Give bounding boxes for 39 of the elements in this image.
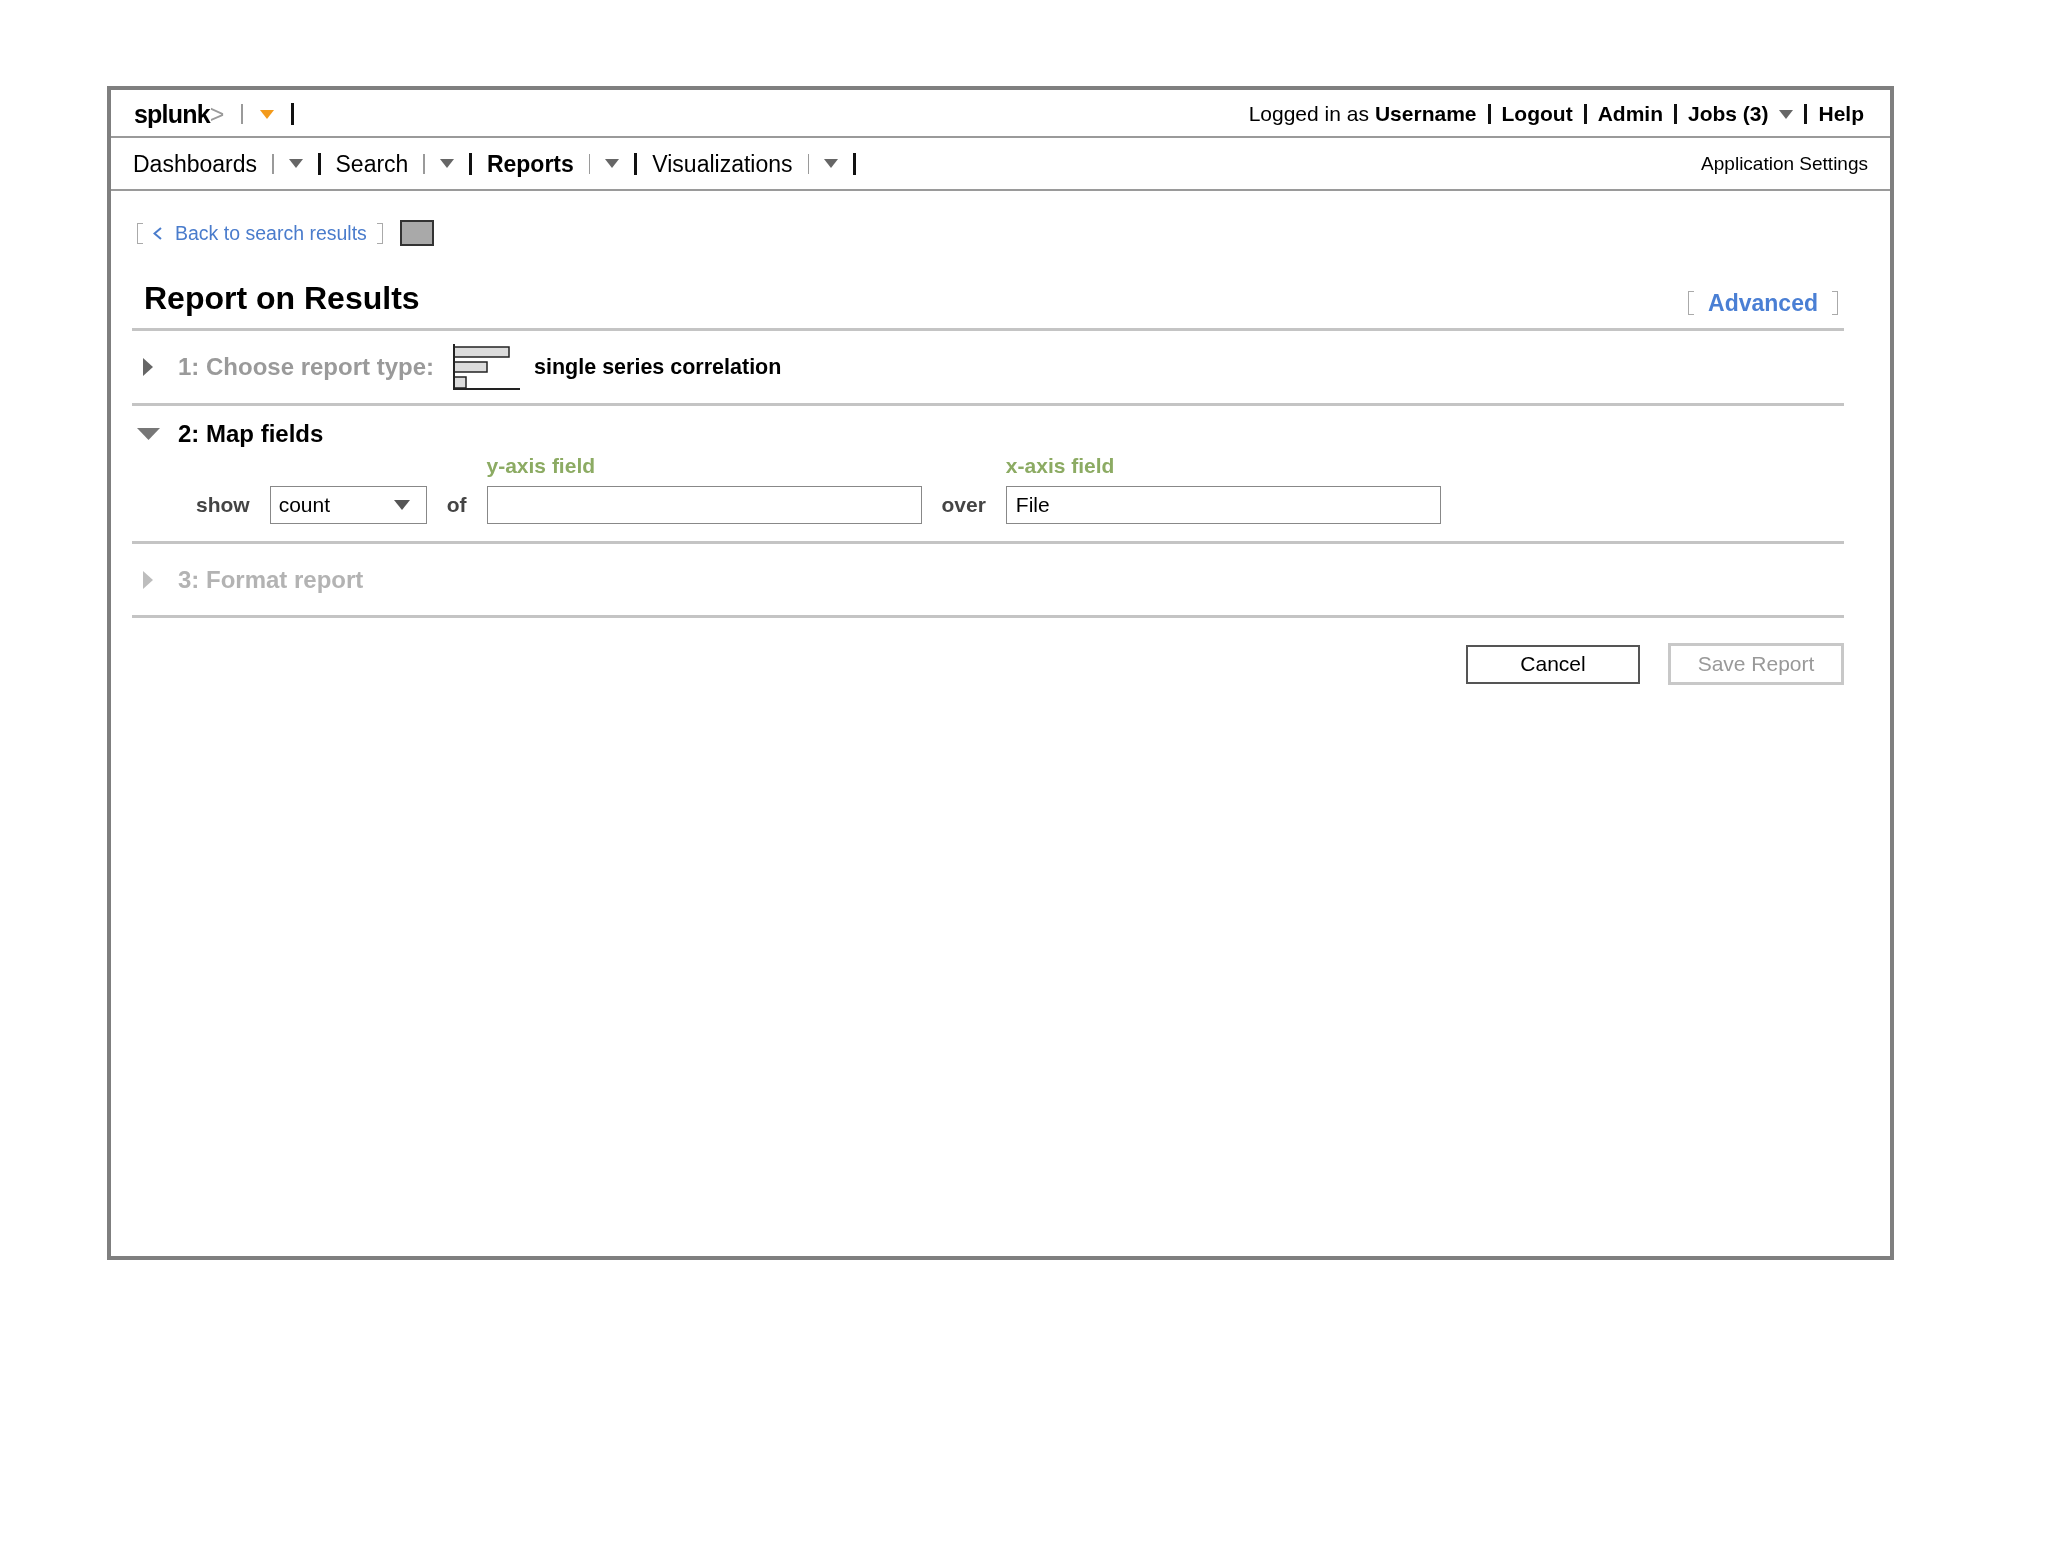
field-label: over (941, 492, 986, 518)
back-link[interactable]: Back to search results (153, 221, 367, 245)
square-icon (399, 220, 434, 246)
form-button[interactable]: Cancel (1466, 644, 1640, 684)
header-link[interactable]: Logout (1501, 101, 1573, 127)
bar-chart-icon (453, 344, 521, 390)
caret-down-icon[interactable] (288, 159, 303, 168)
caret-down-icon[interactable] (136, 428, 160, 440)
select-field[interactable]: count (269, 486, 427, 524)
header-link[interactable]: Admin (1597, 101, 1663, 127)
step-title: 1: Choose report type: (178, 352, 435, 382)
username-label: Username (1374, 101, 1477, 127)
caret-down-icon[interactable] (1779, 109, 1794, 119)
login-label: Logged in as (1248, 101, 1369, 127)
field-label: of (446, 492, 467, 518)
advanced-link[interactable]: Advanced (1708, 289, 1818, 317)
field-label: show (196, 492, 250, 518)
settings-link[interactable]: Application Settings (1701, 151, 1868, 176)
text-field[interactable] (486, 486, 922, 524)
header-link[interactable]: Help (1818, 101, 1864, 127)
page-title: Report on Results (144, 279, 420, 317)
caret-down-icon[interactable] (605, 159, 620, 168)
field-caption: y-axis field (486, 456, 596, 476)
app-logo: splunk> (134, 99, 225, 129)
nav-tab[interactable]: Dashboards (133, 149, 258, 178)
step-title: 3: Format report (178, 564, 364, 595)
text-field[interactable]: File (1005, 486, 1441, 524)
nav-tab[interactable]: Visualizations (652, 149, 793, 178)
header-link[interactable]: Jobs (3) (1687, 101, 1769, 127)
caret-down-icon (393, 500, 410, 510)
caret-down-icon[interactable] (439, 159, 454, 168)
step-title: 2: Map fields (178, 419, 324, 449)
field-caption: x-axis field (1005, 456, 1115, 476)
caret-down-icon[interactable] (824, 159, 839, 168)
nav-tab[interactable]: Search (335, 149, 409, 178)
chevron-left-icon (153, 226, 162, 240)
caret-right-icon[interactable] (143, 358, 153, 376)
nav-tab[interactable]: Reports (486, 149, 574, 178)
report-type-label: single series correlation (534, 354, 782, 380)
